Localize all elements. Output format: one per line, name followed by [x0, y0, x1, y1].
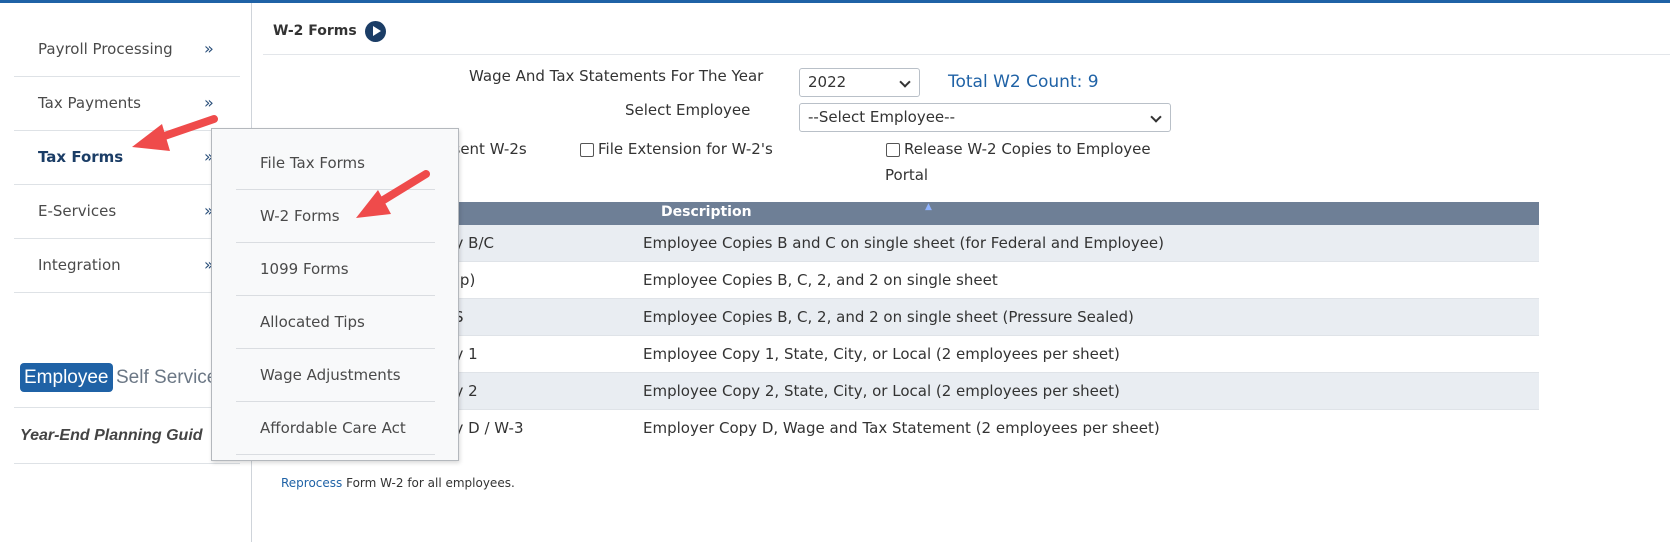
annotation-arrow-w2-forms: [356, 170, 430, 218]
annotation-arrows: [132, 115, 430, 218]
annotation-arrow-tax-forms: [132, 115, 218, 151]
